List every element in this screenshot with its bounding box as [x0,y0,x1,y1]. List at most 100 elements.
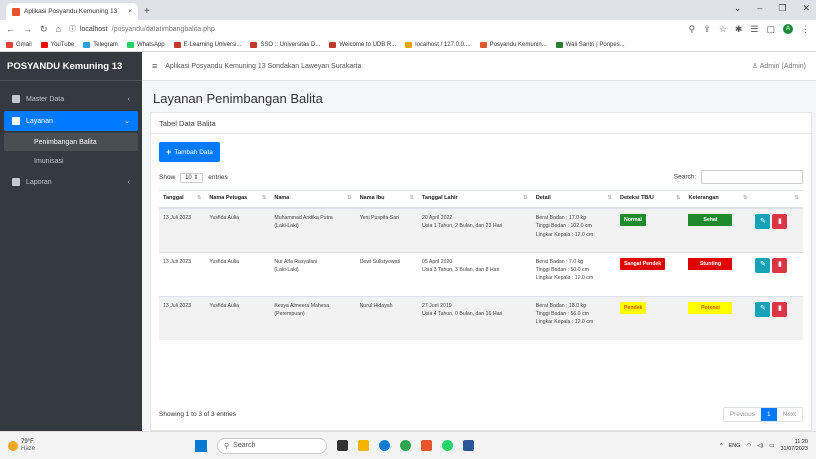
taskbar-search[interactable]: ⚲ Search [217,437,328,454]
table-cell: Normal [615,207,685,252]
whatsapp-icon[interactable] [442,440,454,451]
edit-button[interactable]: ✎ [755,214,771,229]
share-icon[interactable]: ⇪ [703,24,711,35]
bookmark-icon [479,41,487,48]
sort-icon: ⇅ [607,195,612,201]
delete-button[interactable]: ▮ [772,301,788,317]
task-view-icon[interactable] [337,440,349,451]
column-header[interactable]: Tanggal Lahir ⇅ [417,190,532,209]
restore-icon[interactable]: ❐ [778,3,786,14]
column-header[interactable]: Tanggal ⇅ [159,190,206,209]
sidebar-item-master-data[interactable]: Master Data ‹ [4,89,138,109]
tab-close-icon[interactable]: × [128,8,132,15]
bookmark-label: Welcome to UDB R... [339,41,397,48]
cell-nama-ibu: Dewi Sulistyowati [359,258,401,265]
menu-icon[interactable]: ⋮ [801,24,810,35]
weather-desc: Haze [21,445,36,452]
sidebar-subitem-penimbangan[interactable]: Penimbangan Balita [4,133,138,151]
bookmark-item[interactable]: localhost / 127.0.0.... [405,41,471,48]
cell-usia: Usia 3 Tahun, 3 Bulan, dan 8 Hari [421,266,500,273]
home-icon[interactable]: ⌂ [56,24,61,34]
bookmark-label: E-Learning Universi... [183,41,242,48]
bookmark-item[interactable]: WhatsApp [126,41,165,48]
bookmark-item[interactable]: Gmail [6,41,32,48]
clock[interactable]: 11:20 31/07/2023 [780,439,808,452]
window-icon[interactable]: ▢ [766,24,775,35]
page-1-button[interactable]: 1 [761,408,777,421]
browser-tab[interactable]: Aplikasi Posyandu Kemuning 13 × [6,3,138,20]
wifi-icon[interactable]: ◠ [746,443,751,449]
plus-icon: + [166,147,172,157]
bookmark-item[interactable]: YouTube [40,41,75,48]
cell-usia: Usia 1 Tahun, 2 Bulan, dan 23 Hari [421,223,503,230]
pagination: Previous 1 Next [722,407,803,422]
zoom-icon[interactable]: ⚲ [689,24,696,35]
battery-icon[interactable]: ▭ [769,443,774,449]
edge-icon[interactable] [379,440,391,451]
forward-icon[interactable]: → [23,24,32,34]
language-indicator[interactable]: ENG [728,443,740,449]
cell-jenis-kelamin: (Laki-Laki) [274,266,299,273]
bookmark-label: YouTube [50,41,75,48]
main-content: ≡ Aplikasi Posyandu Kemuning 13 Sondakan… [142,52,816,431]
brand-title[interactable]: POSYANDU Kemuning 13 [0,52,142,81]
cell-nama: Kesya Almeera Mahesa [274,302,330,309]
bookmark-icon [405,41,413,48]
column-header[interactable]: Deteksi TB/U ⇅ [615,190,685,209]
bookmark-icon [126,41,134,48]
sidebar-subitem-imunisasi[interactable]: Imunisasi [4,152,138,170]
new-tab-button[interactable]: + [144,6,150,17]
reload-icon[interactable]: ↻ [40,24,48,35]
favicon-icon [12,7,20,16]
volume-icon[interactable]: ◁) [757,443,763,449]
delete-button[interactable]: ▮ [772,257,788,273]
search-input[interactable] [701,170,803,184]
user-menu[interactable]: ♙ Admin (Admin) [752,62,806,70]
sidebar-item-laporan[interactable]: Laporan ‹ [4,172,138,192]
column-header[interactable]: Detail ⇅ [531,190,616,209]
bookmark-item[interactable]: SSO :: Universitas D... [250,41,320,48]
next-button[interactable]: Next [777,408,802,421]
entries-control: Show 10 ⇕ entries [159,172,228,183]
bookmark-item[interactable]: Wali Santri | Ponpes... [555,41,625,48]
add-data-button[interactable]: + Tambah Data [159,142,220,162]
back-icon[interactable]: ← [6,24,15,34]
chevron-up-icon[interactable]: ^ [720,443,723,449]
file-explorer-icon[interactable] [358,440,370,451]
column-header[interactable]: ⇅ [751,190,803,209]
cell-petugas: Yusfida Aulia [209,258,240,265]
info-icon[interactable]: ⓘ [69,24,76,34]
bookmark-item[interactable]: E-Learning Universi... [173,41,242,48]
minimize-icon[interactable]: – [757,3,762,14]
close-window-icon[interactable]: ✕ [802,3,810,14]
column-header[interactable]: Keterangan ⇅ [684,190,752,209]
sidepanel-icon[interactable]: ☰ [750,24,758,35]
edit-button[interactable]: ✎ [755,257,771,273]
tab-search-icon[interactable]: ⌄ [734,3,742,14]
star-icon[interactable]: ☆ [719,24,727,35]
search-control: Search: [674,170,803,184]
store-icon[interactable] [421,440,433,451]
table-row: 13 Juli 2023 Yusfida Aulia Muhammad Andika… [159,207,803,252]
column-header-label: Nama Petugas [209,195,248,201]
word-icon[interactable] [463,440,475,451]
delete-button[interactable]: ▮ [772,214,788,229]
hamburger-icon[interactable]: ≡ [152,61,157,71]
bookmark-item[interactable]: Posyandu Kemunin... [479,41,547,48]
column-header[interactable]: Nama Petugas ⇅ [205,190,271,209]
entries-select[interactable]: 10 ⇕ [180,172,204,183]
column-header[interactable]: Nama ⇅ [270,190,356,209]
windows-start-icon[interactable] [195,439,208,452]
previous-button[interactable]: Previous [724,408,761,421]
extensions-icon[interactable]: ✱ [735,24,743,35]
bookmark-item[interactable]: Welcome to UDB R... [329,41,397,48]
edit-button[interactable]: ✎ [755,301,771,317]
address-input[interactable]: ⓘ localhost/posyandu/datatimbangbalita.p… [69,24,681,34]
bookmark-item[interactable]: Telegram [83,41,118,48]
chrome-icon[interactable] [400,440,412,451]
profile-avatar[interactable]: A [783,24,793,34]
cell-lingkar-kepala: Lingkar Kepala : 12.0 cm [535,319,594,326]
weather-widget[interactable]: 79°F Haze [8,439,35,452]
column-header[interactable]: Nama Ibu ⇅ [355,190,418,209]
sidebar-item-layanan[interactable]: Layanan ⌄ [4,111,138,131]
